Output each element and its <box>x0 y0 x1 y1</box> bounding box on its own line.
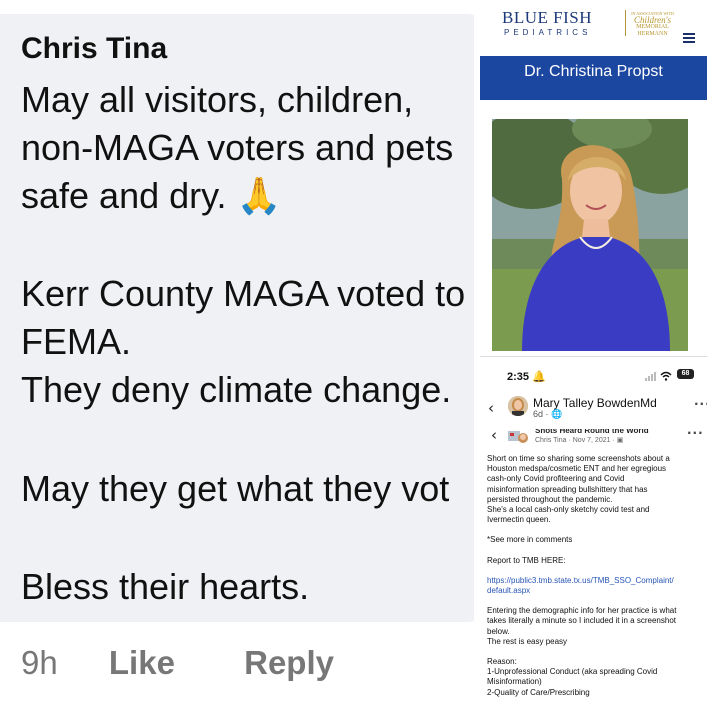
hamburger-menu-icon[interactable] <box>683 33 695 43</box>
back-arrow-icon[interactable]: ‹ <box>491 426 497 444</box>
comment-line: FEMA. <box>21 321 132 362</box>
status-bar-icons: 68 <box>645 369 705 381</box>
doctor-name-banner: Dr. Christina Propst <box>480 56 707 100</box>
inner-post-meta: Chris Tina · Nov 7, 2021 · ▣ <box>535 437 624 444</box>
pediatrics-website-panel: BLUE FISH PEDIATRICS IN ASSOCIATION WITH… <box>480 0 707 352</box>
reply-button[interactable]: Reply <box>244 644 334 682</box>
post-timestamp: 6d · 🌐 <box>533 409 563 419</box>
blue-fish-logo[interactable]: BLUE FISH PEDIATRICS IN ASSOCIATION WITH… <box>502 8 702 38</box>
battery-icon: 68 <box>677 369 694 379</box>
report-link-line[interactable]: https://public3.tmb.state.tx.us/TMB_SSO_… <box>487 576 703 586</box>
group-avatar[interactable] <box>508 430 530 444</box>
comment-line: Bless their hearts. <box>21 566 310 607</box>
comment-author[interactable]: Chris Tina <box>21 32 167 66</box>
comment-line: May they get what they vot <box>21 468 450 509</box>
report-link[interactable]: https://public3.tmb.state.tx.us/TMB_SSO_… <box>487 576 703 596</box>
post-paragraph: Reason: 1-Unprofessional Conduct (aka sp… <box>487 657 658 697</box>
comment-time: 9h <box>21 644 58 681</box>
logo-sub-text: PEDIATRICS <box>504 28 592 37</box>
comment-line: Kerr County MAGA voted to <box>21 273 466 314</box>
doctor-photo <box>492 119 688 351</box>
comment-line: safe and dry. 🙏 <box>21 175 282 216</box>
like-button[interactable]: Like <box>109 644 175 682</box>
poster-name[interactable]: Mary Talley BowdenMd <box>533 396 657 410</box>
logo-main-text: BLUE FISH <box>502 8 592 27</box>
more-options-icon[interactable]: ··· <box>694 397 707 411</box>
signal-wifi-icon <box>645 371 672 381</box>
comment-line: They deny climate change. <box>21 369 452 410</box>
group-title[interactable]: Shots Heard Round the World <box>535 429 649 435</box>
phone-screenshot-panel: 2:35 🔔 68 ‹ Mary Talley BowdenMd 6d · 🌐 … <box>480 356 707 720</box>
group-privacy-icon: ▣ <box>616 437 624 444</box>
more-options-icon[interactable]: ··· <box>687 426 704 440</box>
post-body: Short on time so sharing some screenshot… <box>487 454 703 708</box>
childrens-memorial-hermann-logo: IN ASSOCIATION WITH Children's MEMORIAL … <box>631 11 674 37</box>
logo-divider <box>625 10 626 36</box>
back-arrow-icon[interactable]: ‹ <box>488 399 494 417</box>
post-paragraph: Entering the demographic info for her pr… <box>487 606 677 646</box>
report-link-line[interactable]: default.aspx <box>487 586 703 596</box>
comment-line: May all visitors, children, <box>21 79 414 120</box>
post-paragraph: Report to TMB HERE: <box>487 555 566 565</box>
post-paragraph: Short on time so sharing some screenshot… <box>487 454 670 525</box>
notification-bell-icon: 🔔 <box>532 371 546 383</box>
comment-line: non-MAGA voters and pets <box>21 127 454 168</box>
facebook-comment-panel: Chris Tina May all visitors, children, n… <box>0 0 474 720</box>
comment-actions: 9h Like Reply <box>21 644 334 682</box>
status-bar-time: 2:35 🔔 <box>507 371 546 383</box>
post-paragraph: *See more in comments <box>487 535 573 545</box>
avatar[interactable] <box>508 396 528 416</box>
